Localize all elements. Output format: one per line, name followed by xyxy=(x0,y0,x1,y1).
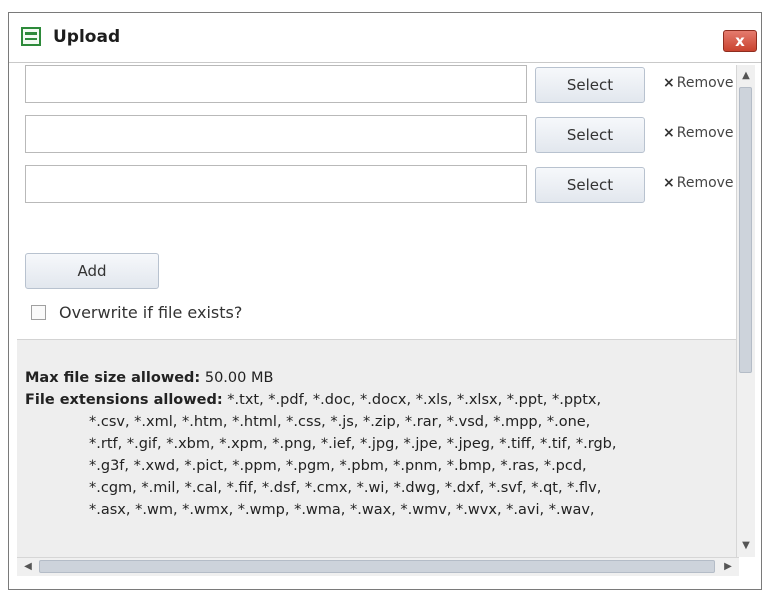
scroll-up-arrow-icon[interactable]: ▲ xyxy=(737,67,755,85)
file-input[interactable] xyxy=(25,65,527,103)
select-button[interactable]: Select xyxy=(535,167,645,203)
overwrite-checkbox[interactable] xyxy=(31,305,46,320)
horizontal-scroll-thumb[interactable] xyxy=(39,560,715,573)
remove-x-icon: × xyxy=(663,75,675,91)
file-extensions-label: File extensions allowed: xyxy=(25,392,223,408)
file-extensions-continuation: *.cgm, *.mil, *.cal, *.fif, *.dsf, *.cmx… xyxy=(89,480,602,496)
vertical-scrollbar[interactable]: ▲ ▼ xyxy=(736,65,755,557)
horizontal-scrollbar[interactable]: ◀ ▶ xyxy=(17,557,739,576)
scroll-left-arrow-icon[interactable]: ◀ xyxy=(19,558,37,576)
file-extensions-line: File extensions allowed: *.txt, *.pdf, *… xyxy=(25,392,601,408)
dialog-titlebar: Upload x xyxy=(9,13,761,63)
max-file-size-line: Max file size allowed: 50.00 MB xyxy=(25,370,273,386)
add-file-button[interactable]: Add xyxy=(25,253,159,289)
dialog-title: Upload xyxy=(53,27,121,47)
remove-label: Remove xyxy=(676,125,734,141)
remove-button[interactable]: × Remove xyxy=(663,125,734,141)
upload-dialog: Upload x Select × Remove Select × Remove S… xyxy=(8,12,762,590)
close-icon: x xyxy=(735,32,745,50)
overwrite-label: Overwrite if file exists? xyxy=(59,303,243,322)
upload-form-icon xyxy=(21,27,41,46)
remove-x-icon: × xyxy=(663,175,675,191)
scroll-down-arrow-icon[interactable]: ▼ xyxy=(737,537,755,555)
max-file-size-label: Max file size allowed: xyxy=(25,370,201,386)
file-input[interactable] xyxy=(25,165,527,203)
upload-info-panel: Max file size allowed: 50.00 MB File ext… xyxy=(17,339,739,559)
file-row: Select × Remove xyxy=(25,65,737,105)
scroll-right-arrow-icon[interactable]: ▶ xyxy=(719,558,737,576)
file-input[interactable] xyxy=(25,115,527,153)
remove-label: Remove xyxy=(676,175,734,191)
file-extensions-value: *.txt, *.pdf, *.doc, *.docx, *.xls, *.xl… xyxy=(227,392,602,408)
file-extensions-continuation: *.rtf, *.gif, *.xbm, *.xpm, *.png, *.ief… xyxy=(89,436,617,452)
close-button[interactable]: x xyxy=(723,30,757,52)
file-row: Select × Remove xyxy=(25,115,737,155)
file-extensions-continuation: *.csv, *.xml, *.htm, *.html, *.css, *.js… xyxy=(89,414,591,430)
file-extensions-continuation: *.g3f, *.xwd, *.pict, *.ppm, *.pgm, *.pb… xyxy=(89,458,587,474)
max-file-size-value: 50.00 MB xyxy=(204,370,274,386)
remove-button[interactable]: × Remove xyxy=(663,75,734,91)
select-button[interactable]: Select xyxy=(535,117,645,153)
remove-x-icon: × xyxy=(663,125,675,141)
select-button[interactable]: Select xyxy=(535,67,645,103)
vertical-scroll-thumb[interactable] xyxy=(739,87,752,373)
file-extensions-continuation: *.asx, *.wm, *.wmx, *.wmp, *.wma, *.wax,… xyxy=(89,502,595,518)
file-row: Select × Remove xyxy=(25,165,737,205)
remove-label: Remove xyxy=(676,75,734,91)
remove-button[interactable]: × Remove xyxy=(663,175,734,191)
upload-content: Select × Remove Select × Remove Select × Re… xyxy=(17,63,739,559)
